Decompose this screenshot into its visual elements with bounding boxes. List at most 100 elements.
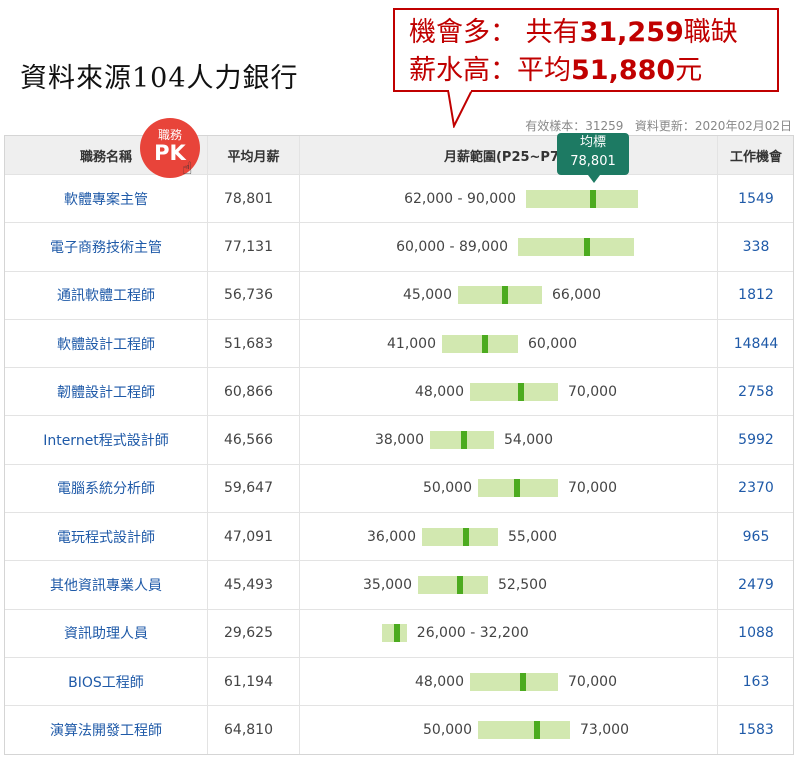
table-row: 其他資訊專業人員 45,493 35,000 52,500 2479 <box>5 560 794 609</box>
avg-salary-value: 29,625 <box>224 625 273 642</box>
avg-salary-cell: 59,647 <box>207 464 299 513</box>
range-high-label: 66,000 <box>552 287 601 304</box>
avg-salary-cell: 77,131 <box>207 223 299 271</box>
job-name-link[interactable]: 通訊軟體工程師 <box>57 285 155 305</box>
header-avg-salary[interactable]: 平均月薪 <box>207 136 299 174</box>
job-name-cell: 電玩程式設計師 <box>5 513 207 560</box>
job-name-link[interactable]: 演算法開發工程師 <box>50 720 162 740</box>
salary-table: 職務名稱 平均月薪 月薪範圍(P25~P75) 工作機會 軟體專案主管 78,80… <box>4 135 794 755</box>
salary-range-cell: 48,000 70,000 <box>299 657 718 706</box>
avg-salary-marker <box>463 527 470 546</box>
job-name-link[interactable]: 電腦系統分析師 <box>57 478 155 498</box>
job-openings-cell: 965 <box>717 513 794 561</box>
avg-salary-marker <box>590 189 597 208</box>
table-header: 職務名稱 平均月薪 月薪範圍(P25~P75) 工作機會 <box>5 136 793 174</box>
avg-salary-marker <box>519 672 526 691</box>
job-openings-link[interactable]: 14844 <box>734 336 779 352</box>
range-low-label: 38,000 <box>375 432 424 449</box>
header-job-openings[interactable]: 工作機會 <box>717 136 794 174</box>
salary-range-bar <box>478 720 570 739</box>
job-name-link[interactable]: 電玩程式設計師 <box>57 527 155 547</box>
job-name-link[interactable]: 電子商務技術主管 <box>50 237 162 257</box>
job-openings-cell: 2479 <box>717 561 794 609</box>
salary-range-cell: 38,000 54,000 <box>299 416 718 464</box>
job-name-link[interactable]: 韌體設計工程師 <box>57 382 155 402</box>
job-openings-cell: 1812 <box>717 271 794 319</box>
range-low-label: 36,000 <box>367 528 416 545</box>
salary-range-cell: 48,000 70,000 <box>299 368 718 416</box>
job-name-link[interactable]: 資訊助理人員 <box>64 623 148 643</box>
table-row: 演算法開發工程師 64,810 50,000 73,000 1583 <box>5 705 793 754</box>
header-salary-range[interactable]: 月薪範圍(P25~P75) <box>299 136 718 174</box>
meta-info: 有效樣本：31259 資料更新：2020年02月02日 <box>525 117 792 134</box>
salary-range-bar <box>470 382 558 401</box>
job-name-link[interactable]: BIOS工程師 <box>68 672 144 692</box>
salary-range-cell: 35,000 52,500 <box>299 561 718 609</box>
job-openings-link[interactable]: 1549 <box>738 191 774 207</box>
avg-salary-marker <box>393 624 400 643</box>
range-low-label: 35,000 <box>363 577 412 594</box>
range-low-label: 41,000 <box>387 335 436 352</box>
job-name-link[interactable]: Internet程式設計師 <box>43 430 169 450</box>
range-high-label: 52,500 <box>498 577 547 594</box>
callout-tail-icon <box>446 90 474 128</box>
avg-salary-cell: 61,194 <box>207 657 299 706</box>
avg-salary-value: 78,801 <box>224 190 273 207</box>
job-openings-cell: 2758 <box>717 368 794 416</box>
avg-salary-value: 46,566 <box>224 432 273 449</box>
job-openings-link[interactable]: 2479 <box>738 577 774 593</box>
job-openings-link[interactable]: 2758 <box>738 384 774 400</box>
avg-salary-cell: 51,683 <box>207 319 299 368</box>
update-date: 資料更新：2020年02月02日 <box>634 119 792 133</box>
salary-range-bar <box>470 672 558 691</box>
job-openings-link[interactable]: 338 <box>743 239 770 255</box>
avg-salary-marker <box>501 286 508 305</box>
table-row: 通訊軟體工程師 56,736 45,000 66,000 1812 <box>5 270 794 319</box>
job-openings-link[interactable]: 5992 <box>738 432 774 448</box>
salary-range-cell: 45,000 66,000 <box>299 271 718 319</box>
job-openings-link[interactable]: 2370 <box>738 480 774 496</box>
job-name-cell: 資訊助理人員 <box>5 610 207 657</box>
job-openings-link[interactable]: 965 <box>743 529 770 545</box>
sample-count: 有效樣本：31259 <box>525 119 624 133</box>
tooltip-value: 78,801 <box>570 154 616 169</box>
table-row: 韌體設計工程師 60,866 48,000 70,000 2758 <box>5 367 794 416</box>
job-name-cell: 軟體設計工程師 <box>5 320 207 367</box>
avg-salary-value: 59,647 <box>224 480 273 497</box>
job-name-cell: 通訊軟體工程師 <box>5 272 207 319</box>
avg-salary-cell: 60,866 <box>207 368 299 416</box>
avg-salary-cell: 78,801 <box>207 175 299 223</box>
table-row: 軟體設計工程師 51,683 41,000 60,000 14844 <box>5 318 793 368</box>
avg-salary-value: 56,736 <box>224 287 273 304</box>
job-openings-link[interactable]: 1583 <box>738 722 774 738</box>
avg-salary-cell: 64,810 <box>207 706 299 754</box>
job-openings-link[interactable]: 1812 <box>738 287 774 303</box>
job-openings-cell: 5992 <box>717 416 794 464</box>
range-high-label: 70,000 <box>568 673 617 690</box>
job-openings-cell: 163 <box>717 657 794 706</box>
avg-salary-value: 61,194 <box>224 673 273 690</box>
job-name-cell: 其他資訊專業人員 <box>5 561 207 608</box>
range-low-label: 60,000 - 89,000 <box>396 238 508 255</box>
avg-salary-value: 47,091 <box>224 528 273 545</box>
job-openings-link[interactable]: 1088 <box>738 625 774 641</box>
range-high-label: 54,000 <box>504 432 553 449</box>
avg-salary-marker <box>456 576 463 595</box>
salary-range-cell: 60,000 - 89,000 <box>299 223 718 271</box>
job-name-link[interactable]: 軟體設計工程師 <box>57 334 155 354</box>
avg-salary-value: 77,131 <box>224 238 273 255</box>
job-name-link[interactable]: 其他資訊專業人員 <box>50 575 162 595</box>
job-name-link[interactable]: 軟體專案主管 <box>64 189 148 209</box>
salary-range-bar <box>526 189 638 208</box>
salary-range-bar <box>422 527 498 546</box>
range-low-label: 26,000 - 32,200 <box>416 625 529 642</box>
range-low-label: 50,000 <box>423 480 472 497</box>
avg-salary-cell: 46,566 <box>207 416 299 464</box>
range-low-label: 62,000 - 90,000 <box>404 190 516 207</box>
avg-salary-value: 51,683 <box>224 335 273 352</box>
job-name-cell: Internet程式設計師 <box>5 416 207 463</box>
salary-range-bar <box>458 286 542 305</box>
salary-range-cell: 26,000 - 32,200 <box>299 609 718 657</box>
job-openings-link[interactable]: 163 <box>743 674 770 690</box>
avg-salary-cell: 56,736 <box>207 271 299 319</box>
